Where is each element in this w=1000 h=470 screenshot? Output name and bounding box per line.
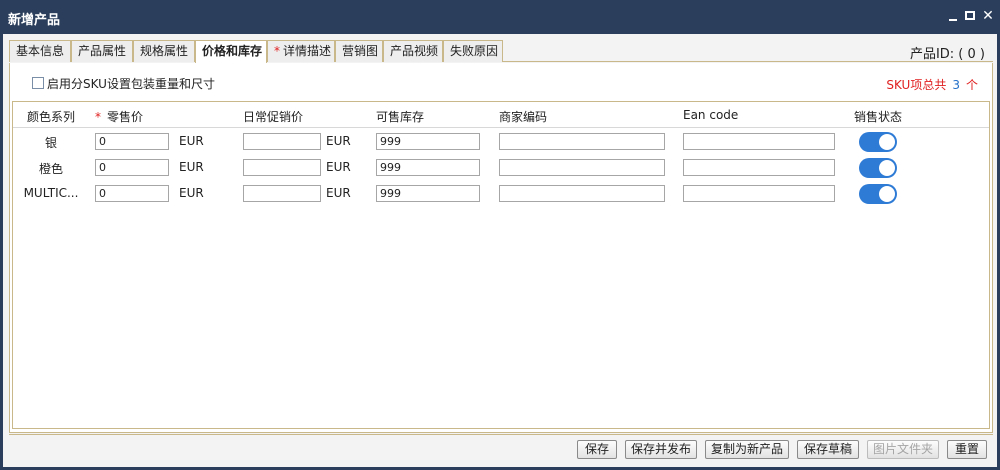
table-row: 银 EUR EUR — [13, 129, 989, 155]
header-retail-price-label: 零售价 — [107, 110, 144, 124]
sku-count-number: 3 — [952, 78, 960, 92]
ean-input[interactable] — [683, 185, 835, 202]
save-publish-button[interactable]: 保存并发布 — [625, 440, 697, 459]
minimize-icon[interactable] — [945, 8, 961, 24]
stock-input[interactable] — [376, 159, 480, 176]
currency-label: EUR — [326, 160, 351, 174]
product-id: 产品ID: ( 0 ) — [909, 47, 985, 62]
checkbox-box[interactable] — [32, 77, 44, 89]
tab-basic-info[interactable]: 基本信息 — [9, 40, 71, 62]
currency-label: EUR — [326, 134, 351, 148]
sale-status-toggle[interactable] — [859, 132, 897, 152]
header-retail-price: * 零售价 — [95, 108, 143, 125]
tab-label: 产品属性 — [78, 44, 127, 58]
save-draft-button[interactable]: 保存草稿 — [797, 440, 859, 459]
window-client: 基本信息 产品属性 规格属性 价格和库存 * 详情描述 营销图 产品视频 失败原因… — [3, 34, 997, 467]
reset-button[interactable]: 重置 — [947, 440, 987, 459]
row-color: 银 — [44, 136, 57, 150]
required-mark: * — [274, 44, 280, 58]
tab-label: 营销图 — [342, 44, 379, 58]
tab-label: 规格属性 — [140, 44, 189, 58]
window-title: 新增产品 — [8, 13, 61, 28]
footer-divider — [9, 434, 993, 435]
header-merchant-code: 商家编码 — [499, 110, 548, 124]
ean-input[interactable] — [683, 159, 835, 176]
retail-price-input[interactable] — [95, 133, 169, 150]
sku-count-suffix: 个 — [965, 78, 978, 92]
currency-label: EUR — [179, 186, 204, 200]
tab-spec-attributes[interactable]: 规格属性 — [133, 40, 195, 62]
required-mark: * — [95, 110, 101, 124]
header-promo-price: 日常促销价 — [243, 110, 304, 124]
tab-detail-description[interactable]: * 详情描述 — [267, 40, 335, 62]
retail-price-input[interactable] — [95, 185, 169, 202]
tab-product-attributes[interactable]: 产品属性 — [71, 40, 133, 62]
tab-label: 详情描述 — [283, 44, 332, 58]
tab-label: 价格和库存 — [202, 44, 263, 58]
sku-count: SKU项总共 3 个 — [886, 76, 978, 93]
table-row: 橙色 EUR EUR — [13, 155, 989, 181]
tab-price-stock[interactable]: 价格和库存 — [195, 40, 267, 63]
tab-bar: 基本信息 产品属性 规格属性 价格和库存 * 详情描述 营销图 产品视频 失败原因… — [9, 40, 993, 63]
merchant-code-input[interactable] — [499, 185, 665, 202]
tab-failure-reason[interactable]: 失败原因 — [443, 40, 503, 62]
retail-price-input[interactable] — [95, 159, 169, 176]
tab-label: 失败原因 — [450, 44, 499, 58]
promo-price-input[interactable] — [243, 133, 321, 150]
currency-label: EUR — [326, 186, 351, 200]
toggle-knob — [879, 186, 895, 202]
sku-package-checkbox-label: 启用分SKU设置包装重量和尺寸 — [47, 76, 215, 91]
price-stock-panel: 启用分SKU设置包装重量和尺寸 SKU项总共 3 个 颜色系列 * 零售价 日常促销价… — [9, 63, 993, 433]
tab-product-video[interactable]: 产品视频 — [383, 40, 443, 62]
sale-status-toggle[interactable] — [859, 158, 897, 178]
toggle-knob — [879, 134, 895, 150]
promo-price-input[interactable] — [243, 185, 321, 202]
save-button[interactable]: 保存 — [577, 440, 617, 459]
copy-new-product-button[interactable]: 复制为新产品 — [705, 440, 789, 459]
header-stock: 可售库存 — [376, 110, 425, 124]
ean-input[interactable] — [683, 133, 835, 150]
toggle-knob — [879, 160, 895, 176]
title-bar[interactable]: 新增产品 ✕ — [0, 0, 1000, 34]
tab-label: 产品视频 — [390, 44, 439, 58]
currency-label: EUR — [179, 160, 204, 174]
maximize-icon[interactable] — [962, 8, 978, 24]
promo-price-input[interactable] — [243, 159, 321, 176]
product-window: 新增产品 ✕ 基本信息 产品属性 规格属性 价格和库存 * 详情描述 营销图 产品… — [0, 0, 1000, 470]
tab-label: 基本信息 — [16, 44, 65, 58]
merchant-code-input[interactable] — [499, 133, 665, 150]
merchant-code-input[interactable] — [499, 159, 665, 176]
sku-count-prefix: SKU项总共 — [886, 78, 947, 92]
header-color: 颜色系列 — [27, 110, 76, 124]
stock-input[interactable] — [376, 185, 480, 202]
tab-marketing-images[interactable]: 营销图 — [335, 40, 383, 62]
sku-table: 颜色系列 * 零售价 日常促销价 可售库存 商家编码 Ean code 销售状态 … — [12, 101, 990, 429]
sale-status-toggle[interactable] — [859, 184, 897, 204]
stock-input[interactable] — [376, 133, 480, 150]
table-row: MULTIC... EUR EUR — [13, 181, 989, 207]
row-color: MULTIC... — [23, 186, 79, 200]
currency-label: EUR — [179, 134, 204, 148]
close-icon[interactable]: ✕ — [980, 8, 996, 24]
image-folder-button[interactable]: 图片文件夹 — [867, 440, 939, 459]
header-ean: Ean code — [683, 108, 739, 122]
row-color: 橙色 — [38, 162, 63, 176]
table-header: 颜色系列 * 零售价 日常促销价 可售库存 商家编码 Ean code 销售状态 — [13, 102, 989, 128]
header-sale-status: 销售状态 — [854, 110, 903, 124]
sku-package-checkbox[interactable]: 启用分SKU设置包装重量和尺寸 — [32, 75, 215, 91]
